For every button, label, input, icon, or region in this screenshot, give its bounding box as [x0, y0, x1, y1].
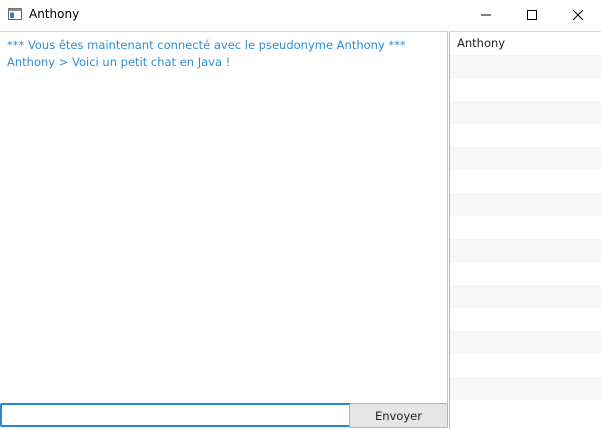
list-item-empty — [450, 377, 601, 400]
user-list[interactable]: Anthony — [449, 31, 601, 429]
close-icon — [573, 10, 583, 20]
list-item-empty — [450, 331, 601, 354]
chat-log[interactable]: *** Vous êtes maintenant connecté avec l… — [0, 31, 448, 404]
list-item-empty — [450, 170, 601, 193]
list-item-empty — [450, 78, 601, 101]
list-item-empty — [450, 400, 601, 423]
chat-message: Anthony > Voici un petit chat en Java ! — [7, 55, 231, 69]
list-item-empty — [450, 124, 601, 147]
message-input[interactable] — [0, 403, 354, 427]
list-item-empty — [450, 55, 601, 78]
send-button[interactable]: Envoyer — [349, 403, 448, 428]
chat-message: *** Vous êtes maintenant connecté avec l… — [7, 38, 406, 52]
window-icon — [8, 8, 22, 20]
minimize-button[interactable] — [463, 0, 509, 30]
list-item-empty — [450, 193, 601, 216]
list-item-empty — [450, 308, 601, 331]
window-title: Anthony — [29, 7, 80, 21]
list-item-empty — [450, 262, 601, 285]
list-item-empty — [450, 101, 601, 124]
maximize-icon — [527, 10, 537, 20]
maximize-button[interactable] — [509, 0, 555, 30]
minimize-icon — [481, 14, 491, 16]
list-item-empty — [450, 285, 601, 308]
app-window: Anthony *** Vous êtes maintenant connect… — [0, 0, 601, 429]
close-button[interactable] — [555, 0, 601, 30]
list-item-empty — [450, 216, 601, 239]
list-item-empty — [450, 147, 601, 170]
list-item-empty — [450, 239, 601, 262]
title-bar[interactable]: Anthony — [0, 0, 601, 30]
list-item[interactable]: Anthony — [450, 32, 601, 55]
user-name: Anthony — [457, 36, 506, 50]
list-item-empty — [450, 354, 601, 377]
